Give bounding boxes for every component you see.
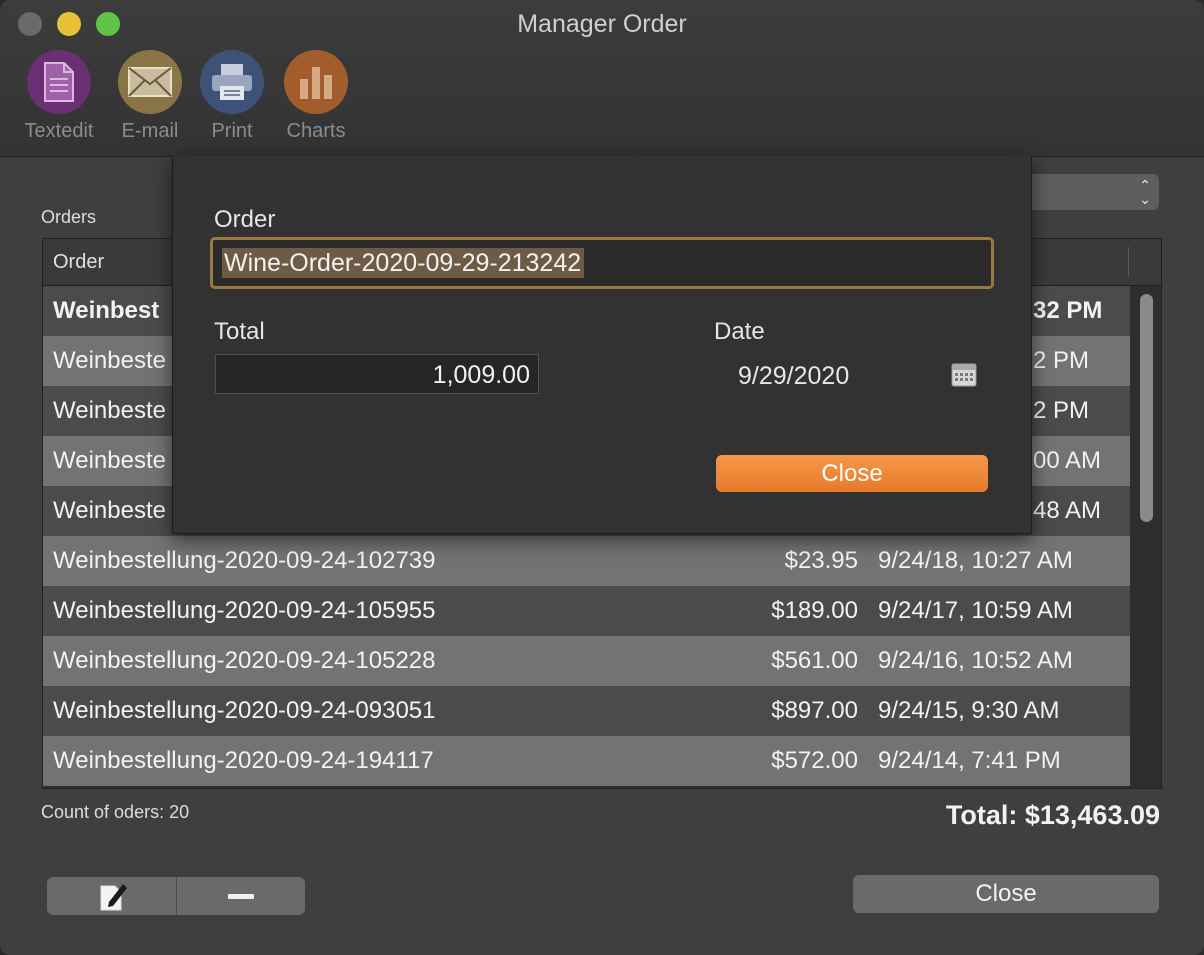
- order-date-cell: 9/24/16, 10:52 AM: [878, 647, 1073, 674]
- column-separator: [1128, 247, 1129, 277]
- remove-order-button[interactable]: [177, 877, 305, 915]
- manager-order-window: Manager Order Textedit E-mail Print Char…: [0, 0, 1204, 955]
- order-name-input[interactable]: Wine-Order-2020-09-29-213242: [210, 237, 994, 289]
- toolbar-charts-label: Charts: [286, 120, 346, 142]
- order-detail-sheet: Order Wine-Order-2020-09-29-213242 Total…: [172, 156, 1032, 534]
- toolbar-print-label: Print: [211, 120, 253, 142]
- orders-total-label: Total: $13,463.09: [945, 800, 1160, 830]
- column-header-order[interactable]: Order: [53, 251, 104, 274]
- toolbar-print-button[interactable]: Print: [187, 50, 277, 143]
- order-name-cell: Weinbestellung-2020-09-24-105955: [53, 597, 436, 624]
- bar-chart-icon: [284, 50, 348, 114]
- document-icon: [27, 50, 91, 114]
- total-field-label: Total: [214, 318, 265, 345]
- filter-popup-button[interactable]: ⌃ ⌄: [1020, 174, 1159, 210]
- order-amount-cell: $23.95: [784, 547, 858, 574]
- order-name-cell: Weinbestellung-2020-09-24-093051: [53, 697, 436, 724]
- order-name-cell: Weinbest: [53, 297, 160, 324]
- order-amount-cell: $561.00: [771, 647, 858, 674]
- date-field-label: Date: [714, 318, 765, 345]
- order-name-cell: Weinbeste: [53, 347, 166, 374]
- order-date-cell: 32 PM: [1033, 297, 1103, 324]
- toolbar-textedit-label: Textedit: [24, 120, 94, 142]
- close-button[interactable]: Close: [853, 875, 1159, 913]
- toolbar-textedit-button[interactable]: Textedit: [14, 50, 104, 143]
- order-date-cell: 2 PM: [1033, 347, 1090, 374]
- order-date-cell: 9/24/18, 10:27 AM: [878, 547, 1073, 574]
- envelope-icon: [118, 50, 182, 114]
- table-row[interactable]: Weinbestellung-2020-09-24-102739 $23.95 …: [43, 536, 1130, 586]
- table-scrollbar[interactable]: [1131, 286, 1161, 788]
- edit-document-icon: [100, 884, 127, 911]
- window-title: Manager Order: [517, 10, 687, 38]
- order-date-cell: 48 AM: [1033, 497, 1102, 524]
- order-date-cell: 9/24/17, 10:59 AM: [878, 597, 1073, 624]
- minus-icon: [228, 893, 254, 899]
- order-date-cell: 00 AM: [1033, 447, 1102, 474]
- table-row[interactable]: Weinbestellung-2020-09-24-194117 $572.00…: [43, 736, 1130, 786]
- order-name-cell: Weinbeste: [53, 447, 166, 474]
- calendar-icon[interactable]: [951, 361, 977, 387]
- date-picker-value[interactable]: 9/29/2020: [738, 362, 849, 391]
- order-date-cell: 2 PM: [1033, 397, 1090, 424]
- order-date-cell: 9/24/15, 9:30 AM: [878, 697, 1060, 724]
- edit-order-button[interactable]: [47, 877, 176, 915]
- order-name-cell: Weinbestellung-2020-09-24-105228: [53, 647, 436, 674]
- total-input[interactable]: 1,009.00: [215, 354, 539, 394]
- updown-chevron-icon: ⌃ ⌄: [1139, 177, 1151, 207]
- orders-label: Orders: [41, 207, 97, 227]
- order-amount-cell: $189.00: [771, 597, 858, 624]
- order-amount-cell: $897.00: [771, 697, 858, 724]
- edit-remove-segmented-control: [47, 877, 305, 915]
- printer-icon: [200, 50, 264, 114]
- order-amount-cell: $572.00: [771, 747, 858, 774]
- scrollbar-thumb[interactable]: [1140, 294, 1153, 522]
- order-name-cell: Weinbeste: [53, 397, 166, 424]
- toolbar-email-label: E-mail: [121, 120, 179, 142]
- titlebar: Manager Order Textedit E-mail Print Char…: [0, 0, 1204, 157]
- order-field-label: Order: [214, 206, 276, 233]
- toolbar-email-button[interactable]: E-mail: [105, 50, 195, 143]
- order-name-cell: Weinbestellung-2020-09-24-102739: [53, 547, 436, 574]
- table-row[interactable]: Weinbestellung-2020-09-24-105228 $561.00…: [43, 636, 1130, 686]
- table-row[interactable]: Weinbestellung-2020-09-24-105955 $189.00…: [43, 586, 1130, 636]
- order-count-label: Count of oders: 20: [41, 802, 190, 822]
- order-name-cell: Weinbestellung-2020-09-24-194117: [53, 747, 434, 774]
- table-row[interactable]: Weinbestellung-2020-09-24-093051 $897.00…: [43, 686, 1130, 736]
- order-name-cell: Weinbeste: [53, 497, 166, 524]
- total-input-value: 1,009.00: [432, 361, 530, 389]
- order-name-selected-text: Wine-Order-2020-09-29-213242: [222, 248, 585, 278]
- order-date-cell: 9/24/14, 7:41 PM: [878, 747, 1061, 774]
- sheet-close-button[interactable]: Close: [716, 455, 988, 492]
- toolbar-charts-button[interactable]: Charts: [271, 50, 361, 143]
